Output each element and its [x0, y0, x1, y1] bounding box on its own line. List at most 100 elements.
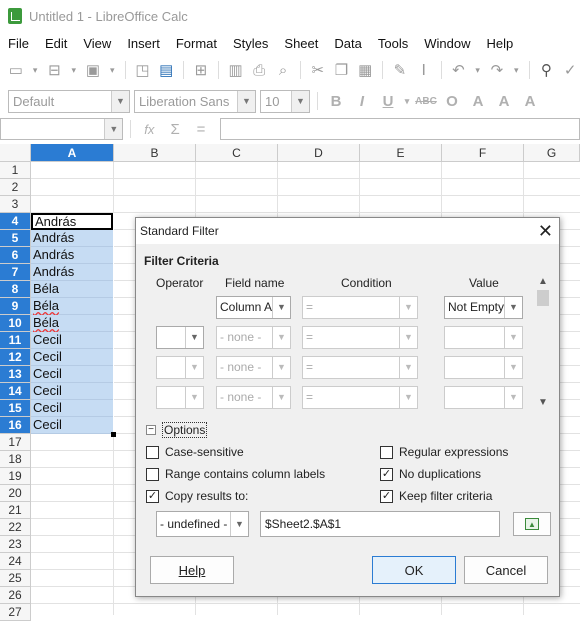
shadow-icon[interactable]: O — [441, 93, 463, 110]
row-header-15[interactable]: 15 — [0, 400, 31, 417]
cell-a11[interactable]: Cecil — [31, 332, 113, 349]
menu-format[interactable]: Format — [168, 36, 225, 51]
menu-insert[interactable]: Insert — [119, 36, 168, 51]
font-color-icon[interactable]: A — [493, 93, 515, 110]
clone-formatting-icon[interactable]: ✎ — [390, 59, 410, 81]
row-header-24[interactable]: 24 — [0, 553, 31, 570]
row-header-4[interactable]: 4 — [0, 213, 31, 230]
range-labels-checkbox[interactable] — [146, 467, 159, 481]
menu-edit[interactable]: Edit — [37, 36, 75, 51]
row-header-5[interactable]: 5 — [0, 230, 31, 247]
row-header-27[interactable]: 27 — [0, 604, 31, 621]
regex-checkbox[interactable] — [380, 445, 393, 459]
menu-data[interactable]: Data — [326, 36, 369, 51]
font-name-select[interactable]: Liberation Sans ▼ — [134, 89, 256, 113]
row-header-21[interactable]: 21 — [0, 502, 31, 519]
menu-tools[interactable]: Tools — [370, 36, 416, 51]
print-icon[interactable]: ▤ — [156, 59, 176, 81]
scroll-thumb[interactable] — [537, 290, 549, 306]
open-icon[interactable]: ⊟ — [45, 59, 65, 81]
row-header-13[interactable]: 13 — [0, 366, 31, 383]
row-header-18[interactable]: 18 — [0, 451, 31, 468]
keep-criteria-option[interactable]: ✓ Keep filter criteria — [380, 489, 492, 503]
fill-handle[interactable] — [111, 432, 116, 437]
new-dropdown-icon[interactable]: ▾ — [30, 59, 41, 81]
row-header-12[interactable]: 12 — [0, 349, 31, 366]
scroll-up-icon[interactable]: ▲ — [538, 276, 548, 287]
underline-dropdown-icon[interactable]: ▾ — [403, 96, 411, 107]
row-header-3[interactable]: 3 — [0, 196, 31, 213]
ok-button[interactable]: OK — [372, 556, 456, 584]
underline-icon[interactable]: U — [377, 93, 399, 110]
function-wizard-icon[interactable]: fx — [138, 122, 160, 137]
undo-icon[interactable]: ↶ — [449, 59, 469, 81]
menu-styles[interactable]: Styles — [225, 36, 276, 51]
spelling-icon[interactable]: ✓ — [560, 59, 580, 81]
options-expander[interactable]: − Options — [146, 422, 208, 438]
value-select-3[interactable]: ▼ — [444, 356, 523, 379]
operator-select-4[interactable]: ▼ — [156, 386, 204, 409]
menu-sheet[interactable]: Sheet — [276, 36, 326, 51]
select-all-corner[interactable] — [0, 144, 31, 162]
close-icon[interactable]: ✕ — [538, 222, 553, 240]
clear-formatting-icon[interactable]: Ⅰ — [414, 59, 434, 81]
cancel-button[interactable]: Cancel — [464, 556, 548, 584]
row-header-9[interactable]: 9 — [0, 298, 31, 315]
cell-a7[interactable]: András — [31, 264, 113, 281]
help-button[interactable]: Help — [150, 556, 234, 584]
row-header-11[interactable]: 11 — [0, 332, 31, 349]
cell-a4[interactable]: András — [31, 213, 113, 230]
row-header-16[interactable]: 16 — [0, 417, 31, 434]
export-icon[interactable]: ◳ — [133, 59, 153, 81]
redo-icon[interactable]: ↷ — [487, 59, 507, 81]
value-select-1[interactable]: Not Empty ▼ — [444, 296, 523, 319]
cell-a12[interactable]: Cecil — [31, 349, 113, 366]
cell-a15[interactable]: Cecil — [31, 400, 113, 417]
copy-results-checkbox[interactable]: ✓ — [146, 489, 159, 503]
open-dropdown-icon[interactable]: ▾ — [68, 59, 79, 81]
operator-select-2[interactable]: ▼ — [156, 326, 204, 349]
field-name-select-2[interactable]: - none - ▼ — [216, 326, 291, 349]
column-header-e[interactable]: E — [360, 144, 442, 162]
value-select-2[interactable]: ▼ — [444, 326, 523, 349]
regex-option[interactable]: Regular expressions — [380, 445, 508, 459]
row-header-1[interactable]: 1 — [0, 162, 31, 179]
save-icon[interactable]: ▣ — [83, 59, 103, 81]
field-name-select-1[interactable]: Column A ▼ — [216, 296, 291, 319]
cut-icon[interactable]: ✂ — [308, 59, 328, 81]
operator-select-3[interactable]: ▼ — [156, 356, 204, 379]
condition-select-2[interactable]: = ▼ — [302, 326, 418, 349]
new-document-icon[interactable]: ▭ — [6, 59, 26, 81]
criteria-scrollbar[interactable]: ▲ ▼ — [535, 276, 551, 408]
case-sensitive-option[interactable]: Case-sensitive — [146, 445, 244, 459]
row-header-26[interactable]: 26 — [0, 587, 31, 604]
cell-a5[interactable]: András — [31, 230, 113, 247]
menu-help[interactable]: Help — [478, 36, 521, 51]
cell-a13[interactable]: Cecil — [31, 366, 113, 383]
row-header-14[interactable]: 14 — [0, 383, 31, 400]
row-header-10[interactable]: 10 — [0, 315, 31, 332]
keep-criteria-checkbox[interactable]: ✓ — [380, 489, 393, 503]
column-header-f[interactable]: F — [442, 144, 524, 162]
row-header-25[interactable]: 25 — [0, 570, 31, 587]
formula-icon[interactable]: = — [190, 121, 212, 138]
menu-window[interactable]: Window — [416, 36, 478, 51]
cell-a6[interactable]: András — [31, 247, 113, 264]
paragraph-style-select[interactable]: Default ▼ — [8, 89, 130, 113]
row-header-22[interactable]: 22 — [0, 519, 31, 536]
zoom-preview-icon[interactable]: ⌕ — [273, 59, 293, 81]
no-duplications-option[interactable]: ✓ No duplications — [380, 467, 481, 481]
cell-a16[interactable]: Cecil — [31, 417, 113, 434]
column-header-b[interactable]: B — [114, 144, 196, 162]
row-header-2[interactable]: 2 — [0, 179, 31, 196]
condition-select-1[interactable]: = ▼ — [302, 296, 418, 319]
field-name-select-4[interactable]: - none - ▼ — [216, 386, 291, 409]
row-header-17[interactable]: 17 — [0, 434, 31, 451]
scroll-down-icon[interactable]: ▼ — [538, 397, 548, 408]
field-name-select-3[interactable]: - none - ▼ — [216, 356, 291, 379]
row-header-7[interactable]: 7 — [0, 264, 31, 281]
sum-icon[interactable]: Σ — [164, 121, 186, 138]
copy-target-select[interactable]: - undefined - ▼ — [156, 511, 249, 537]
row-header-23[interactable]: 23 — [0, 536, 31, 553]
copy-icon[interactable]: ❐ — [332, 59, 352, 81]
